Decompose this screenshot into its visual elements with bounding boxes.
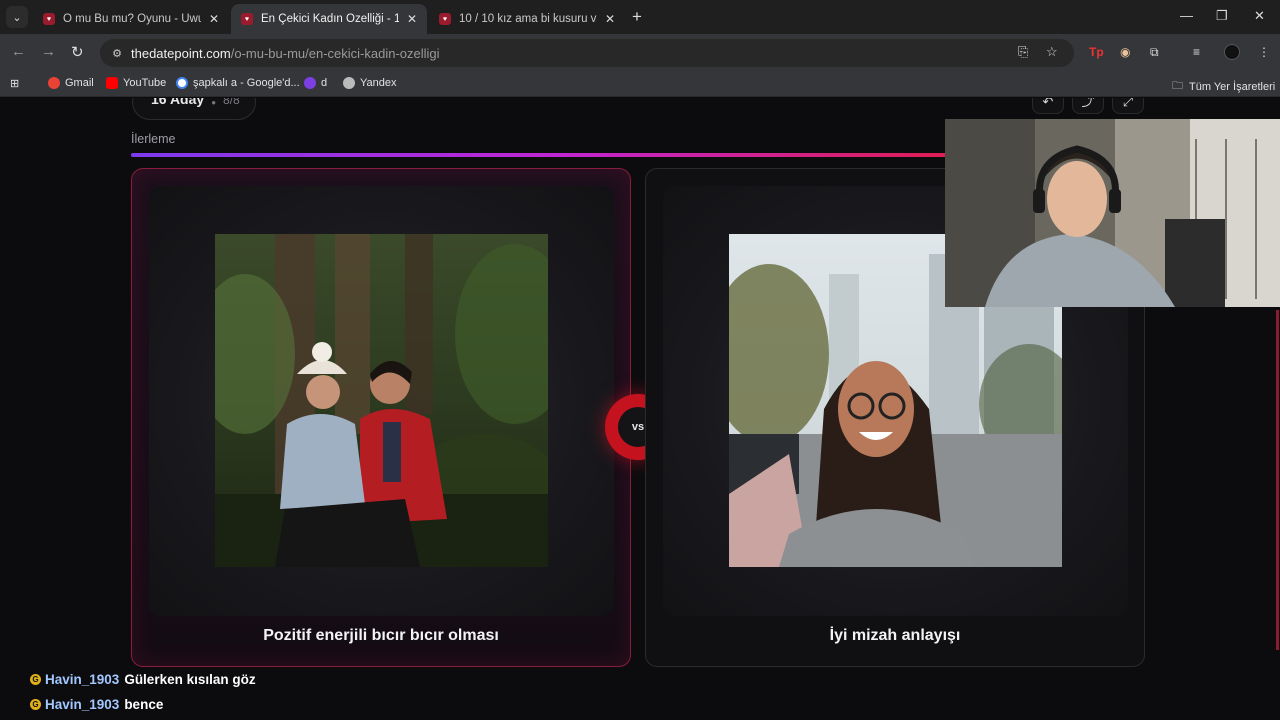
close-tab-icon[interactable]: ✕: [209, 12, 219, 26]
google-icon: [176, 77, 188, 89]
tab-strip: ⌄ ♥ O mu Bu mu? Oyunu - UwuFufu ✕ ♥ En Ç…: [0, 0, 1280, 34]
restore-icon[interactable]: ❐: [1216, 8, 1228, 24]
bookmark-google-search[interactable]: şapkalı a - Google'd...: [176, 77, 300, 89]
chat-message: G Havin_1903 Gülerken kısılan göz: [30, 672, 256, 687]
fullscreen-icon[interactable]: ⤢: [1112, 98, 1144, 114]
option-card-left[interactable]: Pozitif enerjili bıcır bıcır olması: [131, 168, 631, 667]
option-image-frame: [149, 186, 614, 616]
site-settings-tune-icon[interactable]: ⚙: [108, 47, 126, 60]
progress-bar-fill: [131, 153, 982, 157]
tab-10-10-kiz[interactable]: ♥ 10 / 10 kız ama bi kusuru var - ✕: [429, 4, 625, 34]
option-label: İyi mizah anlayışı: [829, 627, 961, 644]
chat-badge-icon: G: [30, 674, 41, 685]
apps-grid-icon[interactable]: ⊞: [10, 77, 19, 90]
separator-dot: ●: [211, 98, 217, 107]
site-favicon-icon: ♥: [43, 13, 55, 25]
tab-uwufufu[interactable]: ♥ O mu Bu mu? Oyunu - UwuFufu ✕: [33, 4, 229, 34]
close-tab-icon[interactable]: ✕: [407, 12, 417, 26]
chat-text: bence: [124, 697, 164, 712]
scroll-accent: [1276, 310, 1279, 650]
bookmark-yandex[interactable]: Yandex: [343, 77, 397, 89]
chat-message: G Havin_1903 bence: [30, 697, 163, 712]
candidate-count: 16 Aday: [151, 98, 205, 107]
close-tab-icon[interactable]: ✕: [605, 12, 615, 26]
site-favicon-icon: ♥: [241, 13, 253, 25]
globe-icon: [343, 77, 355, 89]
new-tab-plus-icon[interactable]: +: [632, 7, 642, 27]
window-close-icon[interactable]: ✕: [1254, 8, 1265, 24]
back-arrow-icon[interactable]: ←: [11, 43, 26, 60]
couple-photo: [215, 234, 548, 567]
bookmark-gmail[interactable]: Gmail: [48, 77, 94, 89]
reload-icon[interactable]: ↻: [71, 43, 84, 61]
option-label: Pozitif enerjili bıcır bıcır olması: [263, 627, 499, 644]
address-bar[interactable]: ⚙ thedatepoint.com/o-mu-bu-mu/en-cekici-…: [100, 39, 1074, 67]
tab-title: O mu Bu mu? Oyunu - UwuFufu: [63, 13, 201, 25]
minimize-icon[interactable]: —: [1180, 8, 1193, 23]
undo-icon[interactable]: ↶: [1032, 98, 1064, 114]
bookmarks-bar: ⊞ Gmail YouTube şapkalı a - Google'd... …: [0, 72, 1280, 97]
forward-arrow-icon[interactable]: →: [41, 43, 56, 60]
site-icon: [304, 77, 316, 89]
progress-label: İlerleme: [131, 132, 176, 146]
extension-tp-icon[interactable]: Tp: [1089, 45, 1104, 59]
url-text[interactable]: thedatepoint.com/o-mu-bu-mu/en-cekici-ka…: [131, 46, 440, 61]
round-counter: 8/8: [223, 98, 240, 107]
media-controls-icon[interactable]: ≡: [1193, 45, 1200, 59]
install-app-icon[interactable]: ⎘: [1018, 44, 1028, 60]
youtube-icon: [106, 77, 118, 89]
profile-avatar-icon[interactable]: [1224, 44, 1240, 60]
tab-active-en-cekici[interactable]: ♥ En Çekici Kadın Özelliği - 16 Aday ✕: [231, 4, 427, 34]
share-icon[interactable]: ⤴: [1072, 98, 1104, 114]
candidate-count-pill: 16 Aday ● 8/8: [132, 98, 256, 120]
site-favicon-icon: ♥: [439, 13, 451, 25]
tab-title: En Çekici Kadın Özelliği - 16 Aday: [261, 13, 399, 25]
chat-badge-icon: G: [30, 699, 41, 710]
extension-avatar-icon[interactable]: ◉: [1120, 45, 1130, 59]
tab-search-chevron-icon[interactable]: ⌄: [6, 6, 28, 28]
chat-username: Havin_1903: [45, 672, 120, 687]
tab-title: 10 / 10 kız ama bi kusuru var -: [459, 13, 597, 25]
extensions-puzzle-icon[interactable]: ⧉: [1150, 45, 1159, 60]
browser-toolbar: ← → ↻ ⚙ thedatepoint.com/o-mu-bu-mu/en-c…: [0, 34, 1280, 72]
bookmark-star-icon[interactable]: ☆: [1046, 44, 1058, 60]
browser-menu-kebab-icon[interactable]: ⋮: [1258, 45, 1270, 59]
webcam-overlay: [945, 119, 1280, 307]
folder-icon: 🗀: [1172, 80, 1183, 92]
bookmark-youtube[interactable]: YouTube: [106, 77, 166, 89]
all-bookmarks-folder[interactable]: 🗀 Tüm Yer İşaretleri: [1172, 77, 1275, 96]
chat-username: Havin_1903: [45, 697, 120, 712]
gmail-icon: [48, 77, 60, 89]
chat-text: Gülerken kısılan göz: [124, 672, 256, 687]
bookmark-d[interactable]: d: [304, 77, 327, 89]
